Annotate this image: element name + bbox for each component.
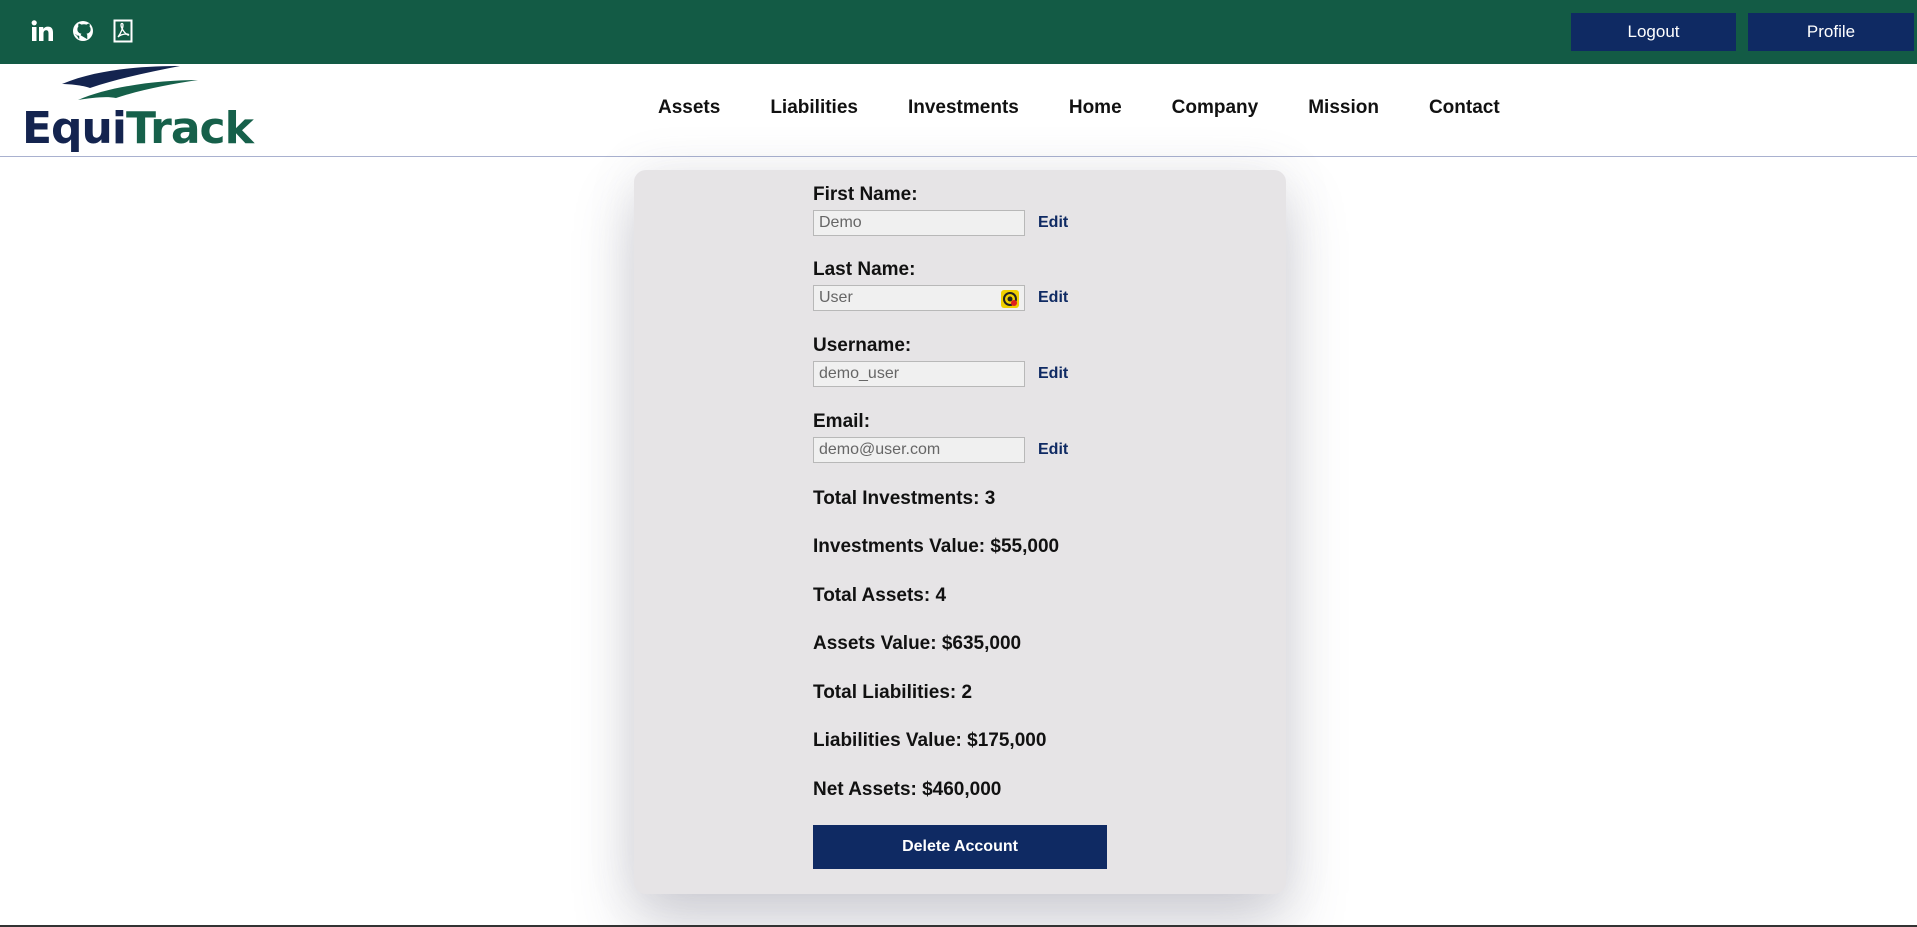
- linkedin-icon[interactable]: [30, 18, 56, 44]
- last-name-label: Last Name:: [813, 259, 916, 280]
- total-assets: Total Assets: 4: [813, 585, 947, 606]
- last-name-input[interactable]: User: [813, 285, 1025, 311]
- liabilities-value: Liabilities Value: $175,000: [813, 730, 1047, 751]
- last-name-value: User: [819, 289, 853, 306]
- username-edit-link[interactable]: Edit: [1038, 365, 1068, 383]
- nav-home[interactable]: Home: [1069, 97, 1122, 119]
- first-name-label: First Name:: [813, 184, 918, 205]
- logo-text: EquiTrack: [22, 103, 254, 154]
- logo[interactable]: EquiTrack: [22, 64, 254, 156]
- email-field: Email: demo@user.com Edit: [813, 411, 1068, 463]
- profile-button[interactable]: Profile: [1748, 13, 1914, 51]
- password-manager-icon[interactable]: [1001, 290, 1019, 308]
- email-edit-link[interactable]: Edit: [1038, 441, 1068, 459]
- pdf-icon[interactable]: [110, 18, 136, 44]
- nav-investments[interactable]: Investments: [908, 97, 1019, 119]
- logout-button[interactable]: Logout: [1571, 13, 1736, 51]
- investments-value: Investments Value: $55,000: [813, 536, 1060, 557]
- nav-bar: EquiTrack Assets Liabilities Investments…: [0, 64, 1917, 157]
- logo-swoosh-icon: [62, 66, 198, 100]
- username-input[interactable]: demo_user: [813, 361, 1025, 387]
- last-name-edit-link[interactable]: Edit: [1038, 289, 1068, 307]
- logo-text-track: Track: [125, 103, 254, 154]
- assets-value: Assets Value: $635,000: [813, 633, 1022, 654]
- nav-mission[interactable]: Mission: [1308, 97, 1379, 119]
- last-name-field: Last Name: User Edit: [813, 259, 1068, 311]
- first-name-input[interactable]: Demo: [813, 210, 1025, 236]
- github-icon[interactable]: [70, 18, 96, 44]
- net-assets: Net Assets: $460,000: [813, 779, 1002, 800]
- total-investments: Total Investments: 3: [813, 488, 996, 509]
- first-name-field: First Name: Demo Edit: [813, 184, 1068, 236]
- email-label: Email:: [813, 411, 871, 432]
- main-nav: Assets Liabilities Investments Home Comp…: [658, 97, 1550, 119]
- nav-assets[interactable]: Assets: [658, 97, 720, 119]
- username-field: Username: demo_user Edit: [813, 335, 1068, 387]
- top-bar: Logout Profile: [0, 0, 1917, 64]
- nav-contact[interactable]: Contact: [1429, 97, 1500, 119]
- first-name-edit-link[interactable]: Edit: [1038, 214, 1068, 232]
- delete-account-button[interactable]: Delete Account: [813, 825, 1107, 869]
- username-label: Username:: [813, 335, 912, 356]
- total-liabilities: Total Liabilities: 2: [813, 682, 973, 703]
- nav-company[interactable]: Company: [1172, 97, 1259, 119]
- social-links: [30, 18, 136, 44]
- logo-text-equi: Equi: [22, 103, 127, 154]
- profile-card: First Name: Demo Edit Last Name: User Ed…: [634, 170, 1286, 894]
- nav-liabilities[interactable]: Liabilities: [770, 97, 858, 119]
- email-input[interactable]: demo@user.com: [813, 437, 1025, 463]
